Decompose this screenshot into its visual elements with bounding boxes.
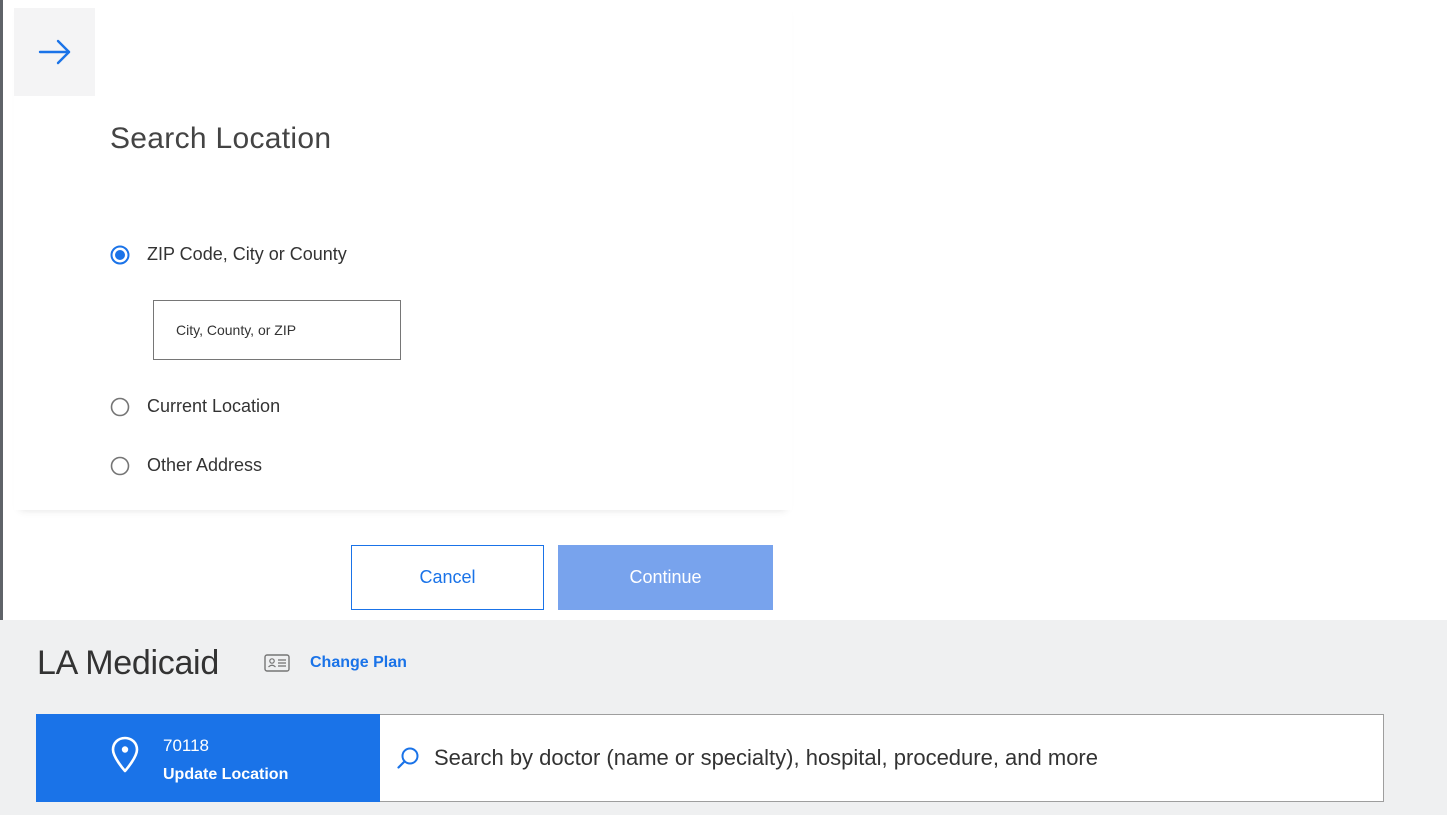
radio-unselected-icon[interactable] <box>110 456 130 476</box>
search-icon <box>397 747 419 769</box>
dialog-title: Search Location <box>110 122 332 155</box>
id-card-icon <box>264 654 290 672</box>
continue-button[interactable]: Continue <box>558 545 773 610</box>
option-other-address[interactable]: Other Address <box>110 455 262 476</box>
option-label: Current Location <box>147 396 281 416</box>
search-placeholder: Search by doctor (name or specialty), ho… <box>434 745 1098 770</box>
plan-name: LA Medicaid <box>37 644 219 682</box>
option-label: ZIP Code, City or County <box>147 244 347 264</box>
cancel-button[interactable]: Cancel <box>351 545 544 610</box>
arrow-right-icon <box>38 39 70 65</box>
update-location-button[interactable]: 70118 Update Location <box>36 714 381 802</box>
current-zip: 70118 <box>163 736 210 755</box>
radio-unselected-icon[interactable] <box>110 397 130 417</box>
option-zip-city-county[interactable]: ZIP Code, City or County <box>110 244 347 265</box>
option-current-location[interactable]: Current Location <box>110 396 280 417</box>
left-border <box>0 0 3 620</box>
update-location-label: Update Location <box>163 766 289 783</box>
location-input[interactable] <box>153 300 401 360</box>
back-button[interactable] <box>14 8 95 96</box>
radio-selected-icon[interactable] <box>110 245 130 265</box>
option-label: Other Address <box>147 455 263 475</box>
change-plan-link[interactable]: Change Plan <box>310 654 407 672</box>
map-pin-icon <box>111 736 139 773</box>
provider-search-input[interactable]: Search by doctor (name or specialty), ho… <box>380 714 1384 802</box>
